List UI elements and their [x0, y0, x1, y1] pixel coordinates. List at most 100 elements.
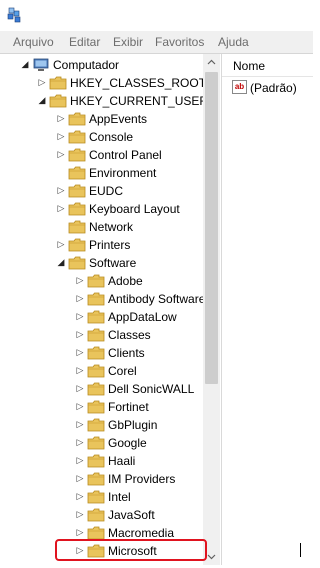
tree-item-dell-sonicwall[interactable]: ▷ Dell SonicWALL: [0, 380, 210, 398]
tree-item-label: Dell SonicWALL: [108, 382, 195, 396]
folder-icon: [68, 184, 86, 198]
folder-icon: [68, 238, 86, 252]
tree-item-control-panel[interactable]: ▷ Control Panel: [0, 146, 210, 164]
folder-icon: [68, 256, 86, 270]
value-row[interactable]: ab (Padrão): [232, 79, 312, 97]
expand-icon[interactable]: ▷: [75, 365, 85, 375]
tree-item-label: AppEvents: [89, 112, 148, 126]
tree-item-computador[interactable]: ◢ Computador: [0, 56, 210, 74]
expand-icon[interactable]: ▷: [56, 149, 66, 159]
menu-exibir[interactable]: Exibir: [113, 35, 143, 49]
expand-icon[interactable]: ▷: [75, 509, 85, 519]
tree-item-label: Clients: [108, 346, 145, 360]
expand-icon[interactable]: ▷: [75, 527, 85, 537]
expand-icon[interactable]: ▷: [75, 473, 85, 483]
text-cursor: [300, 543, 301, 557]
tree-item-label: Computador: [53, 58, 120, 72]
tree-item-adobe[interactable]: ▷ Adobe: [0, 272, 210, 290]
tree-item-label: Antibody Software: [108, 292, 206, 306]
tree-item-gbplugin[interactable]: ▷ GbPlugin: [0, 416, 210, 434]
scroll-thumb[interactable]: [205, 72, 218, 384]
tree-item-appdatalow[interactable]: ▷ AppDataLow: [0, 308, 210, 326]
expand-icon[interactable]: ▷: [75, 419, 85, 429]
expand-icon[interactable]: ▷: [75, 401, 85, 411]
tree-item-intel[interactable]: ▷ Intel: [0, 488, 210, 506]
tree-item-classes[interactable]: ▷ Classes: [0, 326, 210, 344]
tree-item-label: HKEY_CURRENT_USER: [70, 94, 209, 108]
tree-item-eudc[interactable]: ▷ EUDC: [0, 182, 210, 200]
folder-icon: [68, 166, 86, 180]
tree-item-console[interactable]: ▷ Console: [0, 128, 210, 146]
tree-item-label: Console: [89, 130, 134, 144]
tree-item-label: Intel: [108, 490, 131, 504]
folder-icon: [87, 274, 105, 288]
collapse-icon[interactable]: ◢: [37, 95, 47, 105]
expand-icon[interactable]: ▷: [75, 275, 85, 285]
folder-icon: [87, 328, 105, 342]
tree-item-label: Keyboard Layout: [89, 202, 180, 216]
tree-item-label: HKEY_CLASSES_ROOT: [70, 76, 207, 90]
scroll-up-button[interactable]: [203, 54, 220, 71]
highlight-annotation: [55, 539, 207, 561]
tree-item-printers[interactable]: ▷ Printers: [0, 236, 210, 254]
menu-ajuda[interactable]: Ajuda: [218, 35, 249, 49]
tree-item-label: Printers: [89, 238, 131, 252]
menu-bar: Arquivo Editar Exibir Favoritos Ajuda: [0, 31, 313, 54]
tree-item-hkey-current-user[interactable]: ◢ HKEY_CURRENT_USER: [0, 92, 210, 110]
tree-item-label: Adobe: [108, 274, 143, 288]
tree-item-label: Environment: [89, 166, 157, 180]
folder-icon: [68, 202, 86, 216]
collapse-icon[interactable]: ◢: [56, 257, 66, 267]
folder-icon: [68, 112, 86, 126]
tree-item-label: Software: [89, 256, 137, 270]
menu-favoritos[interactable]: Favoritos: [155, 35, 204, 49]
folder-icon: [87, 472, 105, 486]
collapse-icon[interactable]: ◢: [20, 59, 30, 69]
expand-icon[interactable]: ▷: [75, 347, 85, 357]
expand-icon[interactable]: ▷: [37, 77, 47, 87]
folder-icon: [87, 292, 105, 306]
folder-icon: [87, 400, 105, 414]
expand-icon[interactable]: ▷: [56, 239, 66, 249]
column-header-name[interactable]: Nome: [222, 54, 313, 77]
tree-item-im-providers[interactable]: ▷ IM Providers: [0, 470, 210, 488]
tree-item-clients[interactable]: ▷ Clients: [0, 344, 210, 362]
expand-icon[interactable]: ▷: [56, 131, 66, 141]
expand-icon[interactable]: ▷: [75, 329, 85, 339]
chevron-up-icon: [207, 59, 216, 65]
expand-icon[interactable]: ▷: [56, 185, 66, 195]
menu-editar[interactable]: Editar: [69, 35, 100, 49]
tree-item-environment[interactable]: Environment: [0, 164, 210, 182]
expand-icon[interactable]: ▷: [75, 437, 85, 447]
folder-icon: [87, 490, 105, 504]
tree-item-haali[interactable]: ▷ Haali: [0, 452, 210, 470]
folder-icon: [87, 526, 105, 540]
column-header-label: Nome: [233, 59, 266, 73]
folder-icon: [49, 76, 67, 90]
tree-item-javasoft[interactable]: ▷ JavaSoft: [0, 506, 210, 524]
tree-item-network[interactable]: Network: [0, 218, 210, 236]
expand-icon[interactable]: ▷: [75, 383, 85, 393]
expand-icon[interactable]: ▷: [75, 491, 85, 501]
expand-icon[interactable]: ▷: [75, 311, 85, 321]
folder-icon: [87, 364, 105, 378]
tree-item-fortinet[interactable]: ▷ Fortinet: [0, 398, 210, 416]
registry-tree[interactable]: ◢ Computador ▷ HKEY_CLASSES_ROOT ◢ HKEY_CURRE…: [0, 54, 222, 565]
tree-item-google[interactable]: ▷ Google: [0, 434, 210, 452]
expand-icon[interactable]: ▷: [75, 455, 85, 465]
tree-item-hkey-classes-root[interactable]: ▷ HKEY_CLASSES_ROOT: [0, 74, 210, 92]
folder-icon: [87, 418, 105, 432]
tree-item-label: Network: [89, 220, 134, 234]
expand-icon[interactable]: ▷: [56, 113, 66, 123]
expand-icon[interactable]: ▷: [56, 203, 66, 213]
tree-item-corel[interactable]: ▷ Corel: [0, 362, 210, 380]
menu-arquivo[interactable]: Arquivo: [13, 35, 54, 49]
tree-item-appevents[interactable]: ▷ AppEvents: [0, 110, 210, 128]
tree-item-antibody-software[interactable]: ▷ Antibody Software: [0, 290, 210, 308]
tree-item-keyboard-layout[interactable]: ▷ Keyboard Layout: [0, 200, 210, 218]
expand-icon[interactable]: ▷: [75, 293, 85, 303]
tree-item-software[interactable]: ◢ Software: [0, 254, 210, 272]
tree-scrollbar[interactable]: [203, 54, 220, 565]
tree-item-label: EUDC: [89, 184, 124, 198]
tree-item-label: Fortinet: [108, 400, 149, 414]
